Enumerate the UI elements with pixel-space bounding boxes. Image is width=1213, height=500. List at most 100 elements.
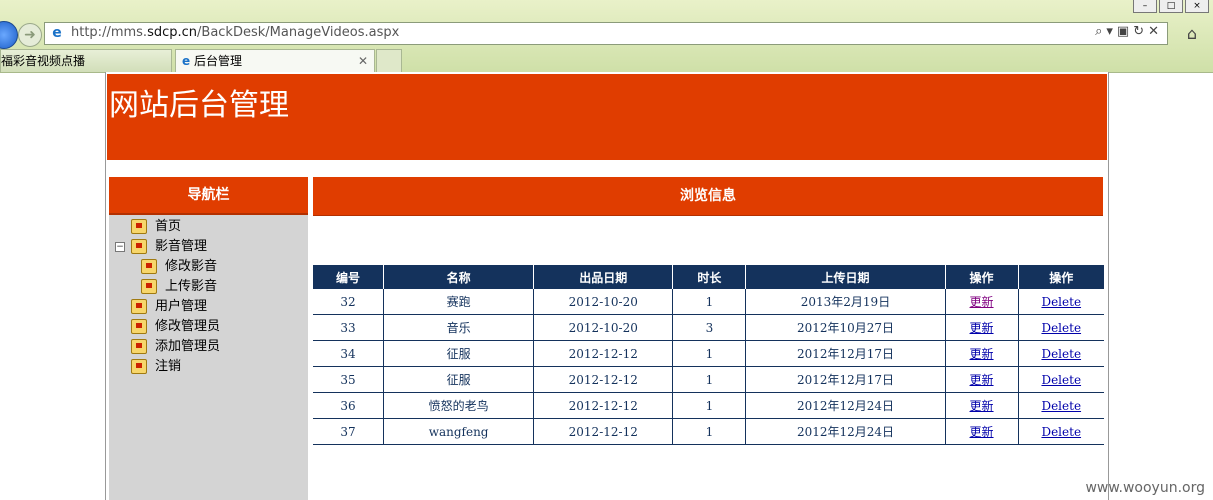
delete-link[interactable]: Delete [1041,425,1081,439]
sidebar-item-label: 首页 [155,219,182,234]
cell-prod-date: 2012-12-12 [533,418,674,445]
sidebar-item[interactable]: 用户管理 [109,297,308,317]
update-link[interactable]: 更新 [970,425,994,439]
home-icon[interactable]: ⌂ [1187,24,1197,43]
cell-name: 愤怒的老鸟 [383,392,535,419]
cell-duration: 1 [672,392,747,419]
cell-update: 更新 [945,314,1019,341]
cell-delete: Delete [1018,289,1104,315]
cell-name: 音乐 [383,314,535,341]
maximize-button[interactable]: □ [1159,0,1183,13]
cell-upload-date: 2012年12月24日 [745,392,946,419]
table-row: 33 音乐 2012-10-20 3 2012年10月27日 更新 Delete [313,314,1104,341]
browser-chrome: – □ × ➜ e http://mms.sdcp.cn/BackDesk/Ma… [0,0,1213,73]
update-link[interactable]: 更新 [970,347,994,361]
tab-admin[interactable]: e 后台管理 ✕ [175,49,375,72]
sidebar-item[interactable]: 修改管理员 [109,317,308,337]
sidebar-item[interactable]: 注销 [109,357,308,377]
delete-link[interactable]: Delete [1041,347,1081,361]
address-bar[interactable]: e http://mms.sdcp.cn/BackDesk/ManageVide… [44,22,1168,45]
nav-tree: 首页 − 影音管理修改影音上传影音用户管理 修改管理员添加管理员注销 [109,215,308,377]
update-link[interactable]: 更新 [970,295,994,309]
folder-icon [131,299,147,314]
refresh-icon: ↻ [1133,24,1149,39]
sidebar-item[interactable]: 上传影音 [109,277,308,297]
table-row: 35 征服 2012-12-12 1 2012年12月17日 更新 Delete [313,366,1104,393]
sidebar-item-label: 修改影音 [165,259,218,274]
delete-link[interactable]: Delete [1041,321,1081,335]
main-heading: 浏览信息 [313,177,1103,216]
cell-duration: 1 [672,340,747,367]
table-row: 34 征服 2012-12-12 1 2012年12月17日 更新 Delete [313,340,1104,367]
watermark: www.wooyun.org [1085,480,1205,496]
page-content: 网站后台管理 导航栏 首页 − 影音管理修改影音上传影音用户管理 修改管理员添加管理员… [105,72,1109,500]
cell-delete: Delete [1018,340,1104,367]
cell-prod-date: 2012-10-20 [533,289,674,315]
tab-fucai[interactable]: 福彩音视频点播 [0,49,172,72]
cell-upload-date: 2012年12月24日 [745,418,946,445]
cell-prod-date: 2012-12-12 [533,340,674,367]
cell-id: 34 [313,340,385,367]
url-text[interactable]: http://mms.sdcp.cn/BackDesk/ManageVideos… [71,25,399,40]
update-link[interactable]: 更新 [970,399,994,413]
minimize-button[interactable]: – [1133,0,1157,13]
sidebar-item[interactable]: 修改影音 [109,257,308,277]
delete-link[interactable]: Delete [1041,399,1081,413]
sidebar-item-label: 注销 [155,359,182,374]
sidebar-heading: 导航栏 [109,177,308,215]
update-link[interactable]: 更新 [970,373,994,387]
cell-id: 33 [313,314,385,341]
cell-duration: 1 [672,418,747,445]
cell-update: 更新 [945,340,1019,367]
sidebar: 导航栏 首页 − 影音管理修改影音上传影音用户管理 修改管理员添加管理员注销 [109,177,308,500]
cell-name: 征服 [383,366,535,393]
header-banner: 网站后台管理 [107,74,1107,160]
table-row: 37 wangfeng 2012-12-12 1 2012年12月24日 更新 Delete [313,418,1104,445]
forward-button[interactable]: ➜ [18,23,42,47]
videos-table: 编号 名称 出品日期 时长 上传日期 操作 操作 32 赛跑 2012-10-20 1 2013年2… [313,265,1104,445]
cell-delete: Delete [1018,418,1104,445]
cell-update: 更新 [945,392,1019,419]
cell-name: 赛跑 [383,289,535,315]
folder-icon [141,259,157,274]
cell-duration: 1 [672,289,747,315]
cell-name: wangfeng [383,418,535,445]
cell-upload-date: 2012年10月27日 [745,314,946,341]
update-link[interactable]: 更新 [970,321,994,335]
collapse-toggle-icon[interactable]: − [115,242,125,252]
column-header: 出品日期 [533,265,674,289]
table-header-row: 编号 名称 出品日期 时长 上传日期 操作 操作 [313,265,1104,289]
compat-icon: ▣ [1116,24,1134,39]
sidebar-item-label: 添加管理员 [155,339,221,354]
delete-link[interactable]: Delete [1041,295,1081,309]
column-header: 名称 [383,265,535,289]
folder-icon [141,279,157,294]
back-button[interactable] [0,21,18,49]
folder-icon [131,239,147,254]
sidebar-item[interactable]: − 影音管理 [109,237,308,257]
close-window-button[interactable]: × [1185,0,1209,13]
stop-icon: ✕ [1148,24,1163,39]
column-header: 上传日期 [745,265,946,289]
sidebar-item[interactable]: 添加管理员 [109,337,308,357]
cell-prod-date: 2012-10-20 [533,314,674,341]
sidebar-item[interactable]: 首页 [109,217,308,237]
sidebar-item-label: 上传影音 [165,279,218,294]
delete-link[interactable]: Delete [1041,373,1081,387]
folder-icon [131,359,147,374]
column-header: 编号 [313,265,385,289]
close-tab-icon[interactable]: ✕ [358,50,368,72]
folder-icon [131,339,147,354]
cell-prod-date: 2012-12-12 [533,366,674,393]
cell-update: 更新 [945,289,1019,315]
ie-tab-icon: e [182,54,191,68]
folder-icon [131,319,147,334]
cell-name: 征服 [383,340,535,367]
table-row: 32 赛跑 2012-10-20 1 2013年2月19日 更新 Delete [313,289,1104,315]
cell-upload-date: 2012年12月17日 [745,366,946,393]
new-tab-button[interactable] [376,49,402,72]
cell-delete: Delete [1018,314,1104,341]
cell-delete: Delete [1018,366,1104,393]
address-tools[interactable]: ⌕▾▣↻✕ [1095,24,1163,39]
table-row: 36 愤怒的老鸟 2012-12-12 1 2012年12月24日 更新 Delete [313,392,1104,419]
